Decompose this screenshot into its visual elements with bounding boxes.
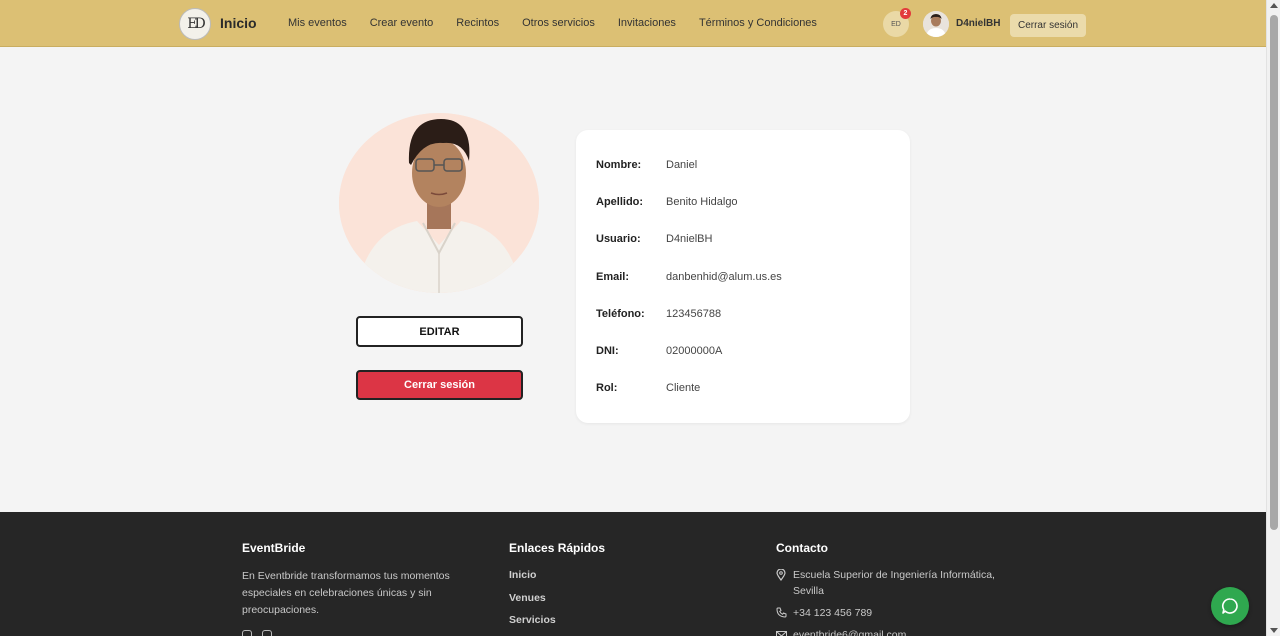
footer: EventBride En Eventbride transformamos t…: [0, 512, 1266, 636]
footer-link-servicios[interactable]: Servicios: [509, 614, 556, 626]
phone-icon: [776, 605, 793, 623]
footer-link-venues[interactable]: Venues: [509, 592, 546, 604]
info-value: danbenhid@alum.us.es: [666, 271, 782, 283]
footer-contact-phone: +34 123 456 789: [776, 605, 872, 623]
profile-photo: [339, 113, 539, 293]
navbar: ED Inicio Mis eventos Crear evento Recin…: [0, 0, 1266, 47]
info-label: Apellido:: [596, 196, 644, 208]
info-label: Teléfono:: [596, 308, 645, 320]
footer-contact-title: Contacto: [776, 541, 828, 555]
info-row-telefono: Teléfono: 123456788: [596, 308, 721, 320]
footer-address-text: Escuela Superior de Ingeniería Informáti…: [793, 569, 995, 597]
info-row-usuario: Usuario: D4nielBH: [596, 233, 712, 245]
footer-phone-text: +34 123 456 789: [793, 607, 873, 619]
instagram-icon[interactable]: [242, 630, 252, 636]
profile-info-card: Nombre: Daniel Apellido: Benito Hidalgo …: [576, 130, 910, 423]
info-value: Benito Hidalgo: [666, 196, 738, 208]
nav-link-mis-eventos[interactable]: Mis eventos: [288, 17, 347, 29]
mail-icon: [776, 627, 793, 636]
info-row-apellido: Apellido: Benito Hidalgo: [596, 196, 738, 208]
info-value: Daniel: [666, 159, 698, 171]
info-row-email: Email: danbenhid@alum.us.es: [596, 271, 782, 283]
linkedin-icon[interactable]: [262, 630, 272, 636]
info-label: Email:: [596, 271, 630, 283]
footer-link-inicio[interactable]: Inicio: [509, 569, 536, 581]
footer-links-title: Enlaces Rápidos: [509, 541, 606, 555]
footer-about-title: EventBride: [242, 541, 306, 555]
scroll-down-arrow-icon[interactable]: [1270, 628, 1278, 633]
nav-link-recintos[interactable]: Recintos: [456, 17, 499, 29]
info-row-rol: Rol: Cliente: [596, 382, 700, 394]
info-value: 02000000A: [666, 345, 723, 357]
nav-links: Mis eventos Crear evento Recintos Otros …: [288, 17, 817, 29]
nav-link-invitaciones[interactable]: Invitaciones: [618, 17, 676, 29]
info-label: DNI:: [596, 345, 619, 357]
footer-contact-email: eventbride6@gmail.com: [776, 627, 906, 636]
footer-email-text[interactable]: eventbride6@gmail.com: [793, 627, 906, 636]
info-label: Rol:: [596, 382, 618, 394]
logout-button[interactable]: Cerrar sesión: [1010, 14, 1086, 37]
chat-icon[interactable]: [1211, 587, 1249, 625]
nav-link-crear-evento[interactable]: Crear evento: [370, 17, 434, 29]
info-label: Nombre:: [596, 159, 642, 171]
info-label: Usuario:: [596, 233, 641, 245]
scrollbar[interactable]: [1266, 0, 1280, 636]
location-icon: [776, 567, 793, 599]
username[interactable]: D4nielBH: [956, 18, 1000, 29]
notification-icon-text: ED: [891, 20, 901, 28]
notification-badge: 2: [900, 8, 911, 19]
notification-icon[interactable]: ED 2: [883, 8, 911, 37]
scroll-up-arrow-icon[interactable]: [1270, 3, 1278, 8]
nav-link-otros-servicios[interactable]: Otros servicios: [522, 17, 595, 29]
footer-contact-address: Escuela Superior de Ingeniería Informáti…: [776, 567, 1006, 599]
logo[interactable]: ED: [179, 8, 211, 40]
scrollbar-thumb[interactable]: [1270, 15, 1278, 530]
edit-button[interactable]: EDITAR: [356, 316, 523, 347]
info-row-dni: DNI: 02000000A: [596, 345, 722, 357]
info-value: Cliente: [666, 382, 701, 394]
info-row-nombre: Nombre: Daniel: [596, 159, 697, 171]
brand-home-link[interactable]: Inicio: [220, 15, 257, 31]
avatar[interactable]: [923, 11, 949, 37]
info-value: 123456788: [666, 308, 722, 320]
info-value: D4nielBH: [666, 233, 713, 245]
nav-link-terminos[interactable]: Términos y Condiciones: [699, 17, 817, 29]
footer-about-text: En Eventbride transformamos tus momentos…: [242, 570, 450, 616]
footer-social: [242, 630, 272, 636]
profile-logout-button[interactable]: Cerrar sesión: [356, 370, 523, 400]
